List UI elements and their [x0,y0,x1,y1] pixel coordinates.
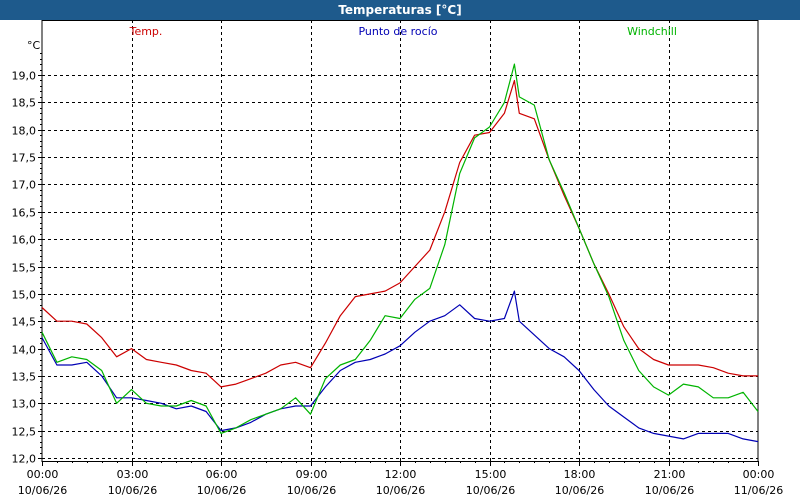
y-tick-label: 17,5 [12,152,37,165]
y-tick-label: 18,5 [12,97,37,110]
x-tick-date: 10/06/26 [376,484,425,497]
y-tick-label: 16,0 [12,234,37,247]
y-tick-label: 15,5 [12,262,37,275]
x-tick-date: 10/06/26 [466,484,515,497]
chart-title: Temperaturas [°C] [0,0,800,20]
x-tick-time: 06:00 [206,468,238,481]
temperature-chart: 12,0 12,5 13,0 13,5 14,0 14,5 15,0 15,5 16,0 16,5… [0,20,800,500]
y-tick-label: 12,0 [12,453,37,466]
y-tick-label: 18,0 [12,125,37,138]
x-tick-time: 18:00 [564,468,596,481]
y-tick-label: 14,5 [12,316,37,329]
x-tick-date: 10/06/26 [18,484,67,497]
x-tick-time: 15:00 [475,468,507,481]
y-tick-label: 13,5 [12,371,37,384]
x-tick-date: 10/06/26 [555,484,604,497]
x-tick-time: 00:00 [743,468,775,481]
y-tick-label: 12,5 [12,426,37,439]
x-tick-time: 21:00 [654,468,686,481]
legend-entry: Windchill [627,25,677,38]
y-tick-label: 16,5 [12,207,37,220]
y-tick-label: 14,0 [12,344,37,357]
x-tick-date: 11/06/26 [734,484,783,497]
legend-entry: Temp. [129,25,163,38]
x-tick-date: 10/06/26 [197,484,246,497]
x-tick-time: 09:00 [296,468,328,481]
x-tick-date: 10/06/26 [645,484,694,497]
y-tick-label: 17,0 [12,179,37,192]
chart-window: Temperaturas [°C] 12,0 12,5 13,0 13,5 14,0 14… [0,0,800,500]
y-tick-label: 13,0 [12,398,37,411]
x-tick-time: 03:00 [117,468,149,481]
y-tick-label: 15,0 [12,289,37,302]
legend-entry: Punto de rocío [358,25,437,38]
x-tick-time: 12:00 [385,468,417,481]
y-unit-label: °C [27,39,41,52]
x-tick-date: 10/06/26 [287,484,336,497]
x-tick-date: 10/06/26 [108,484,157,497]
x-tick-time: 00:00 [27,468,59,481]
y-axis-labels: 12,0 12,5 13,0 13,5 14,0 14,5 15,0 15,5 16,0 16,5… [12,70,37,466]
y-tick-label: 19,0 [12,70,37,83]
